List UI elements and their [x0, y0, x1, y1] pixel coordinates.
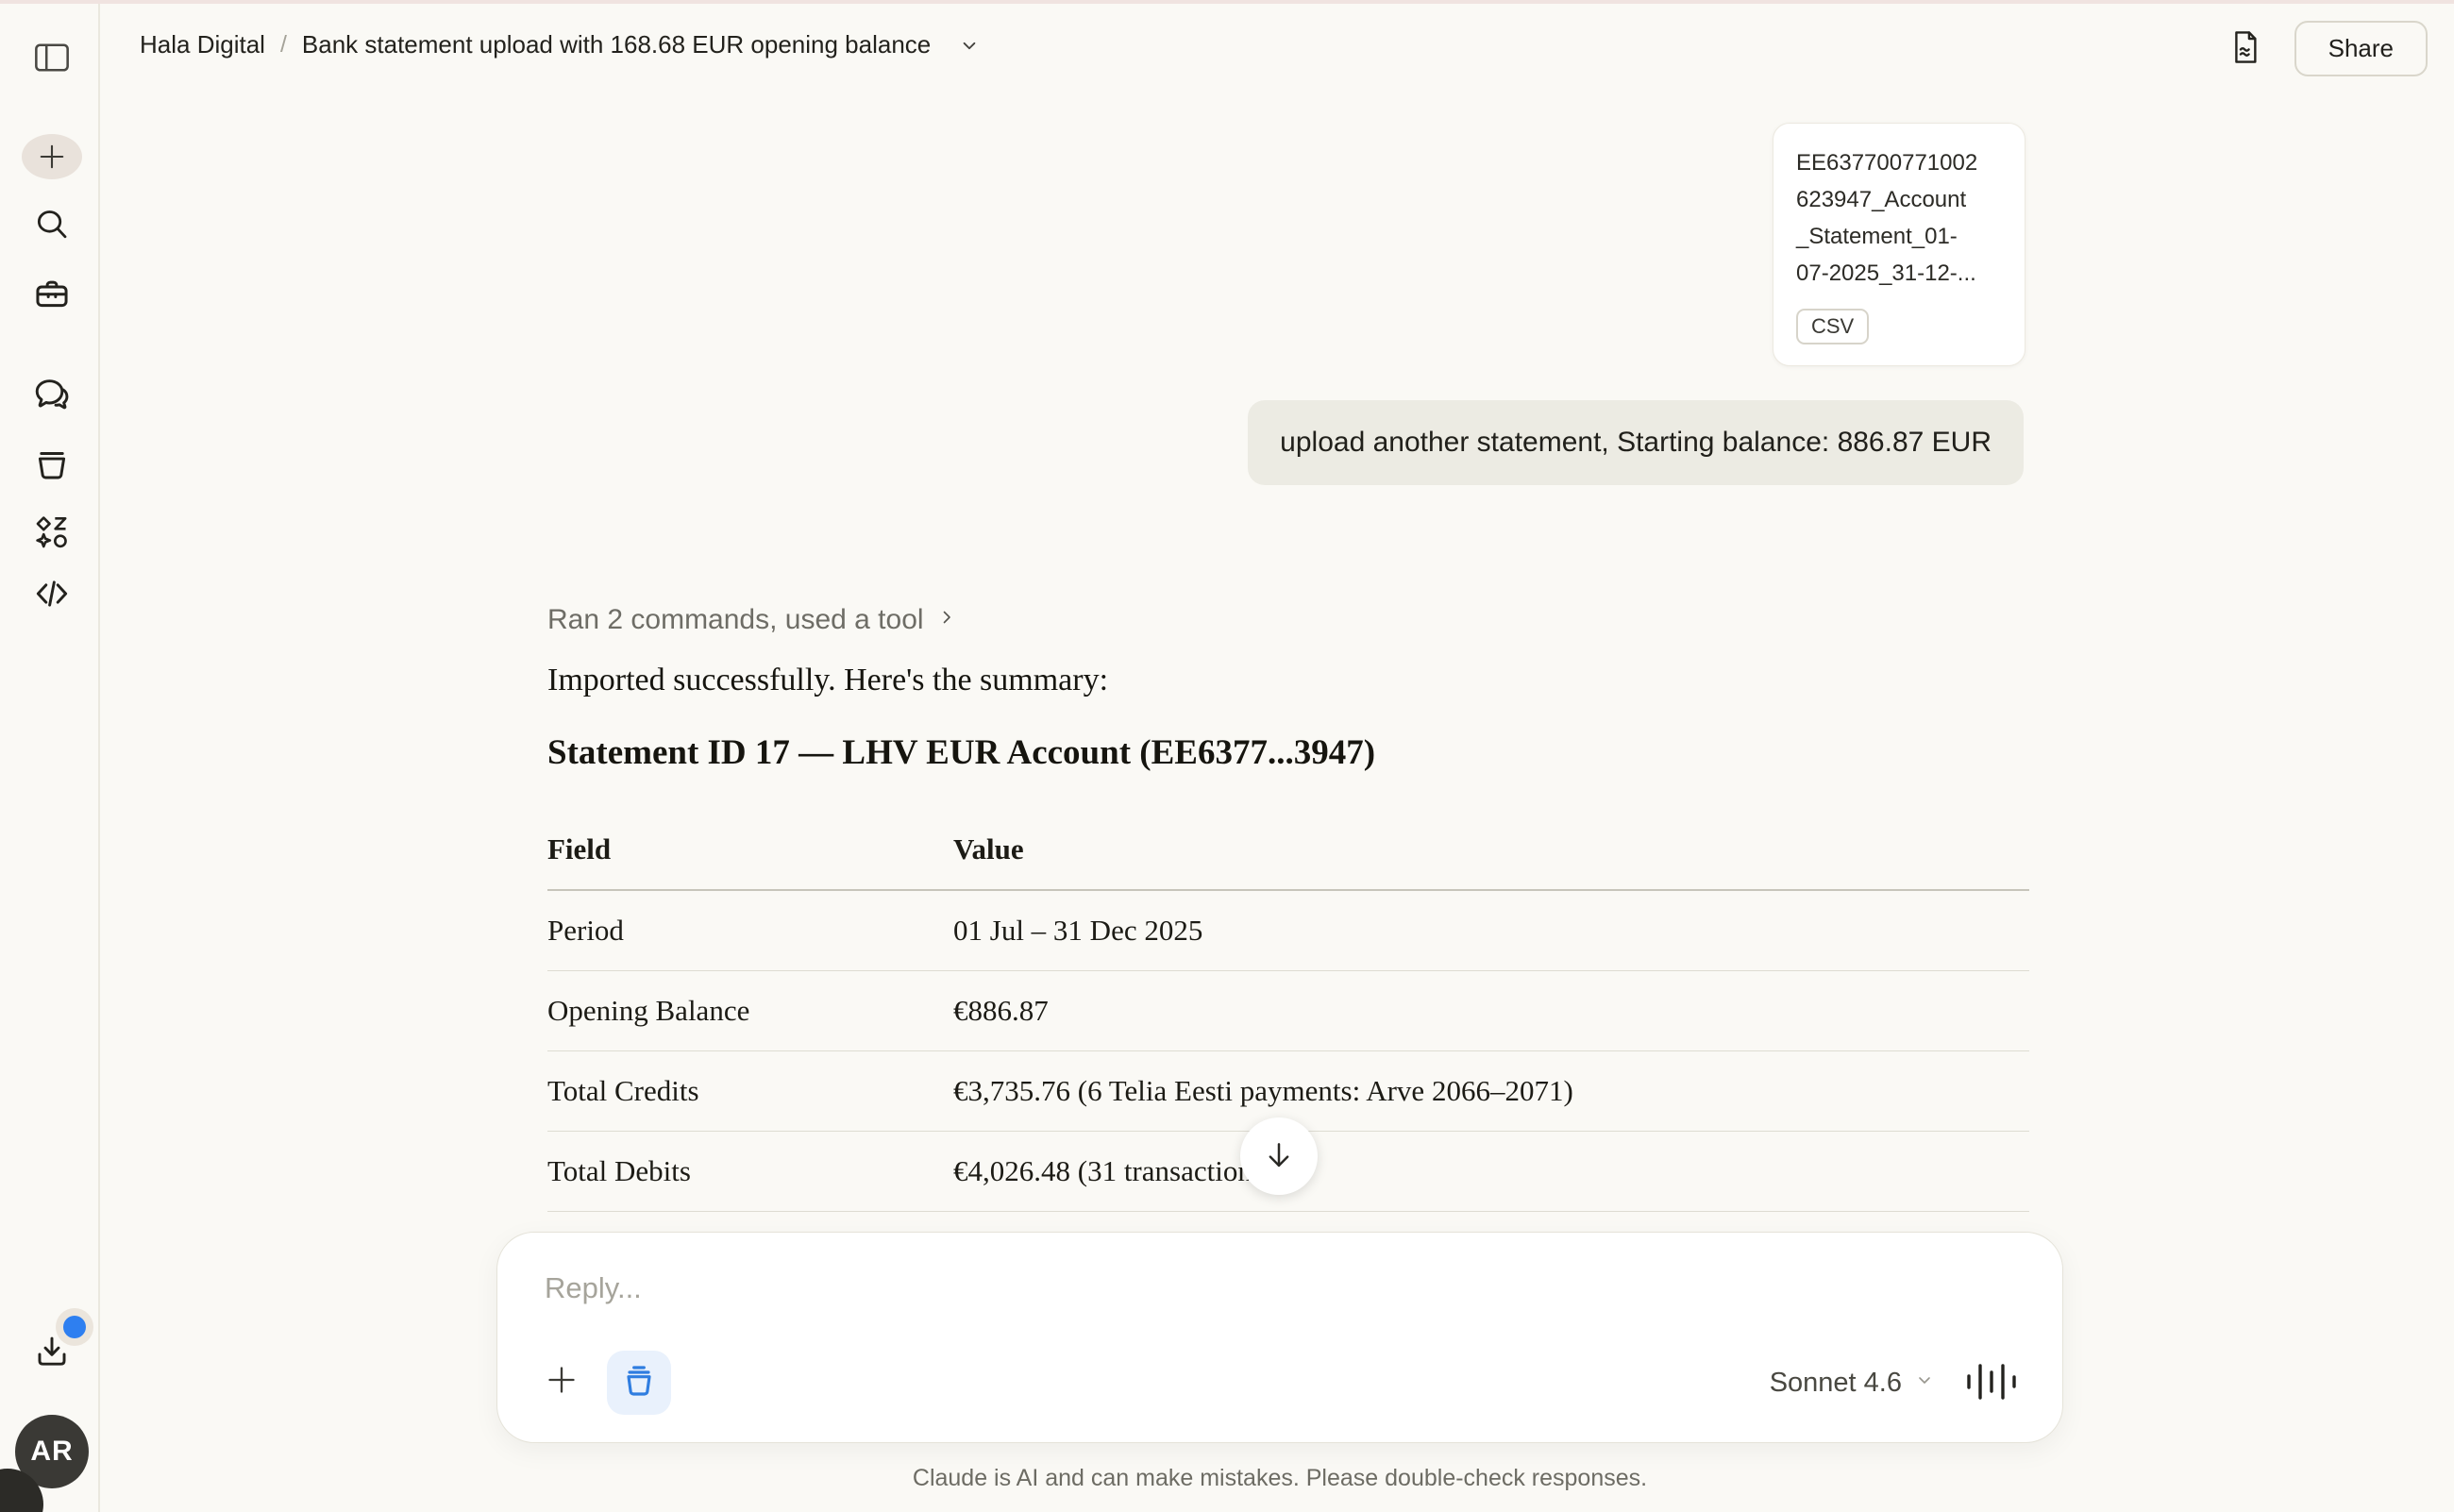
code-icon: [31, 573, 73, 614]
assistant-intro-text: Imported successfully. Here's the summar…: [547, 663, 1108, 698]
scroll-to-bottom-button[interactable]: [1240, 1117, 1318, 1195]
column-header-value: Value: [953, 832, 2029, 866]
tool-summary-label: Ran 2 commands, used a tool: [547, 604, 924, 636]
chats-button[interactable]: [31, 374, 73, 415]
artifact-document-button[interactable]: [2228, 28, 2262, 69]
voice-input-button[interactable]: [1964, 1361, 2019, 1405]
file-type-badge: CSV: [1796, 309, 1869, 344]
claude-app: AR Hala Digital / Bank statement upload …: [0, 0, 2454, 1512]
reply-input[interactable]: [543, 1270, 2000, 1306]
new-chat-button[interactable]: [22, 134, 82, 179]
table-header-row: Field Value: [547, 819, 2029, 891]
chevron-down-icon[interactable]: [957, 33, 982, 58]
chevron-right-icon: [935, 604, 958, 636]
sidebar: AR: [0, 4, 100, 1512]
briefcase-icon: [32, 274, 72, 313]
chat-bubbles-icon: [31, 374, 73, 415]
table-row: Opening Balance €886.87: [547, 971, 2029, 1051]
composer-right-controls: Sonnet 4.6: [1770, 1351, 2019, 1415]
tool-summary-toggle[interactable]: Ran 2 commands, used a tool: [547, 604, 958, 636]
disclaimer-text: Claude is AI and can make mistakes. Plea…: [496, 1465, 2063, 1492]
statement-heading: Statement ID 17 — LHV EUR Account (EE637…: [547, 732, 1375, 773]
search-icon: [32, 205, 72, 244]
cell-field: Total Credits: [547, 1074, 953, 1108]
plus-icon: [22, 134, 82, 179]
waveform-icon: [1964, 1361, 2019, 1405]
toolbox-button[interactable]: [32, 274, 72, 313]
shapes-icon: [32, 512, 72, 552]
model-label: Sonnet 4.6: [1770, 1368, 1902, 1399]
cell-value: 01 Jul – 31 Dec 2025: [953, 914, 2029, 948]
cell-field: Opening Balance: [547, 994, 953, 1028]
user-message-bubble: upload another statement, Starting balan…: [1248, 400, 2024, 485]
cell-value: €3,735.76 (6 Telia Eesti payments: Arve …: [953, 1074, 2029, 1108]
sidebar-panel-icon: [32, 42, 72, 74]
share-button[interactable]: Share: [2294, 21, 2428, 76]
connectors-button[interactable]: [32, 512, 72, 552]
document-icon: [2228, 28, 2262, 69]
window-top-strip: [0, 0, 2454, 4]
downloads-button[interactable]: [31, 1331, 73, 1372]
code-button[interactable]: [31, 573, 73, 614]
tools-chip-button[interactable]: [607, 1351, 671, 1415]
plus-icon: [543, 1361, 580, 1402]
column-header-field: Field: [547, 832, 953, 866]
cell-value: €4,026.48 (31 transactions): [953, 1154, 2029, 1188]
model-selector[interactable]: Sonnet 4.6: [1770, 1368, 1936, 1399]
basket-blue-icon: [620, 1363, 658, 1403]
cell-value: €886.87: [953, 994, 2029, 1028]
header-actions: Share: [2228, 21, 2428, 76]
projects-button[interactable]: [32, 445, 72, 484]
breadcrumb-separator: /: [280, 31, 287, 59]
download-icon: [31, 1331, 73, 1372]
attachment-card[interactable]: EE637700771002 623947_Account _Statement…: [1773, 123, 2025, 366]
search-button[interactable]: [32, 205, 72, 244]
cell-field: Total Debits: [547, 1154, 953, 1188]
conversation-title[interactable]: Bank statement upload with 168.68 EUR op…: [302, 30, 931, 59]
table-row: Period 01 Jul – 31 Dec 2025: [547, 891, 2029, 971]
arrow-down-icon: [1260, 1136, 1298, 1177]
chevron-down-icon: [1913, 1368, 1936, 1399]
cell-field: Period: [547, 914, 953, 948]
breadcrumb: Hala Digital / Bank statement upload wit…: [140, 30, 982, 59]
attachment-filename: EE637700771002 623947_Account _Statement…: [1796, 144, 2002, 292]
reply-composer[interactable]: Sonnet 4.6: [496, 1232, 2063, 1443]
notification-dot: [63, 1316, 86, 1338]
attach-button[interactable]: [543, 1361, 580, 1402]
sidebar-toggle-button[interactable]: [32, 42, 72, 74]
breadcrumb-workspace[interactable]: Hala Digital: [140, 30, 265, 59]
basket-icon: [32, 445, 72, 484]
